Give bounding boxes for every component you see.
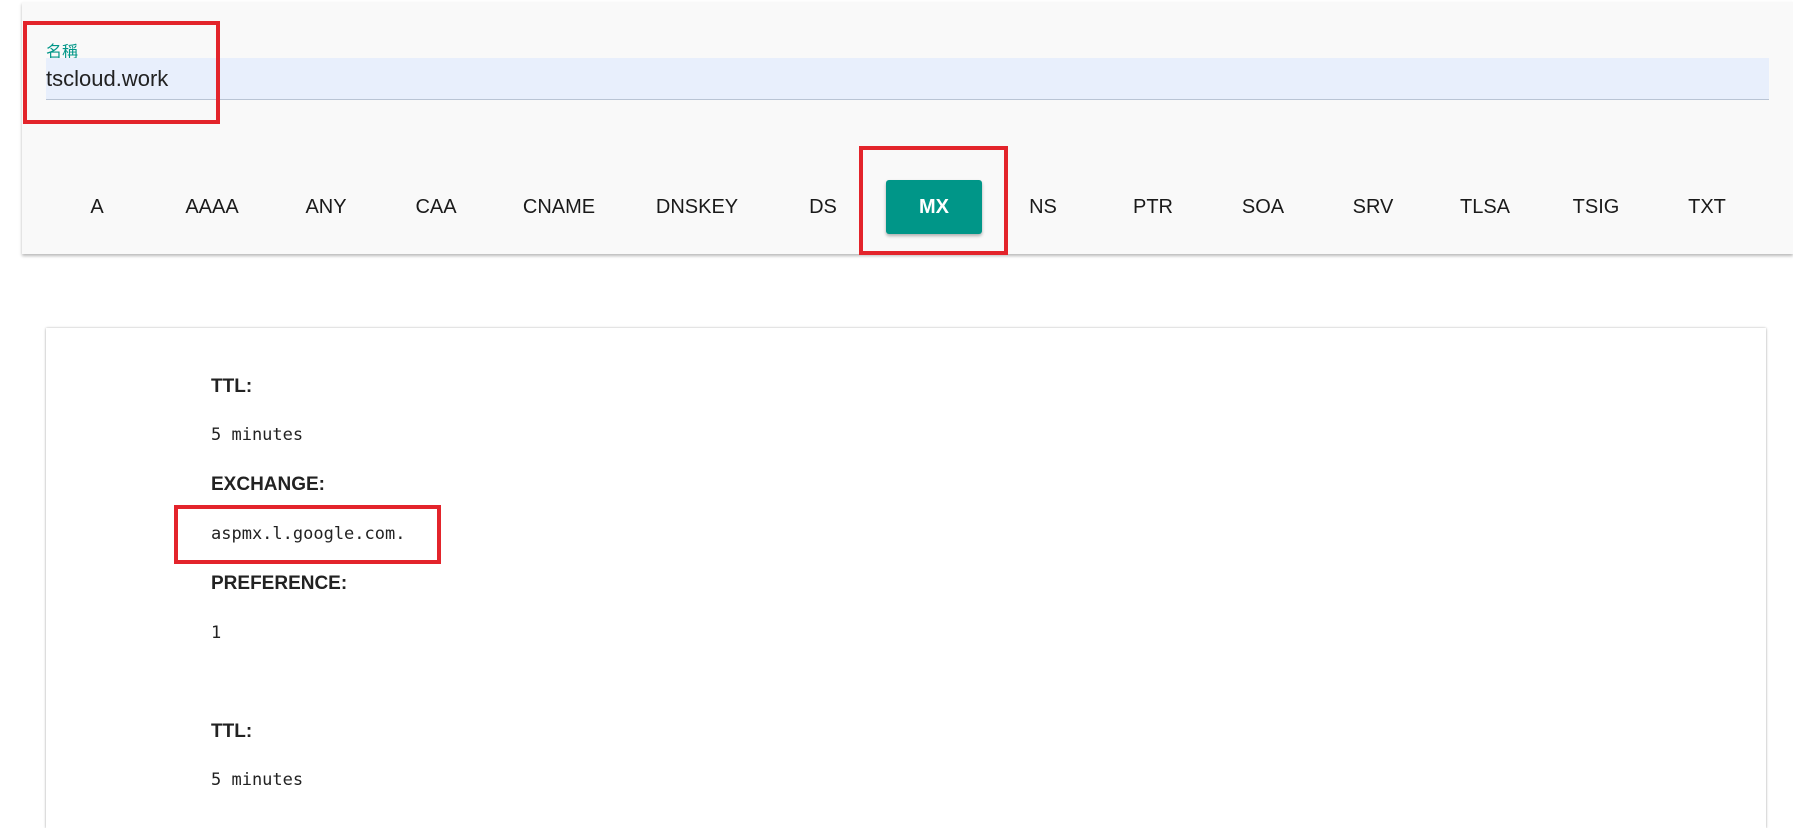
name-input[interactable] (46, 58, 1769, 100)
ttl-label: TTL: (211, 376, 253, 397)
preference-label: PREFERENCE: (211, 573, 348, 594)
tab-srv[interactable]: SRV (1318, 180, 1428, 234)
tab-txt[interactable]: TXT (1652, 180, 1762, 234)
tab-soa[interactable]: SOA (1208, 180, 1318, 234)
tab-tlsa[interactable]: TLSA (1430, 180, 1540, 234)
tab-mx[interactable]: MX (886, 180, 982, 234)
tab-ptr[interactable]: PTR (1098, 180, 1208, 234)
tab-ns[interactable]: NS (988, 180, 1098, 234)
ttl-label: TTL: (211, 721, 253, 742)
preference-value: 1 (211, 623, 222, 643)
record-query-panel: 名稱 AAAAAANYCAACNAMEDNSKEYDSMXNSPTRSOASRV… (22, 2, 1793, 254)
tab-dnskey[interactable]: DNSKEY (642, 180, 752, 234)
records-panel: TTL: 5 minutes EXCHANGE: aspmx.l.google.… (46, 328, 1766, 828)
tab-aaaa[interactable]: AAAA (157, 180, 267, 234)
tab-ds[interactable]: DS (768, 180, 878, 234)
tab-cname[interactable]: CNAME (504, 180, 614, 234)
tab-any[interactable]: ANY (271, 180, 381, 234)
ttl-value: 5 minutes (211, 425, 304, 445)
ttl-value: 5 minutes (211, 770, 304, 790)
exchange-label: EXCHANGE: (211, 474, 326, 495)
tab-caa[interactable]: CAA (381, 180, 491, 234)
tab-a[interactable]: A (42, 180, 152, 234)
exchange-value: aspmx.l.google.com. (211, 524, 406, 544)
tab-tsig[interactable]: TSIG (1541, 180, 1651, 234)
